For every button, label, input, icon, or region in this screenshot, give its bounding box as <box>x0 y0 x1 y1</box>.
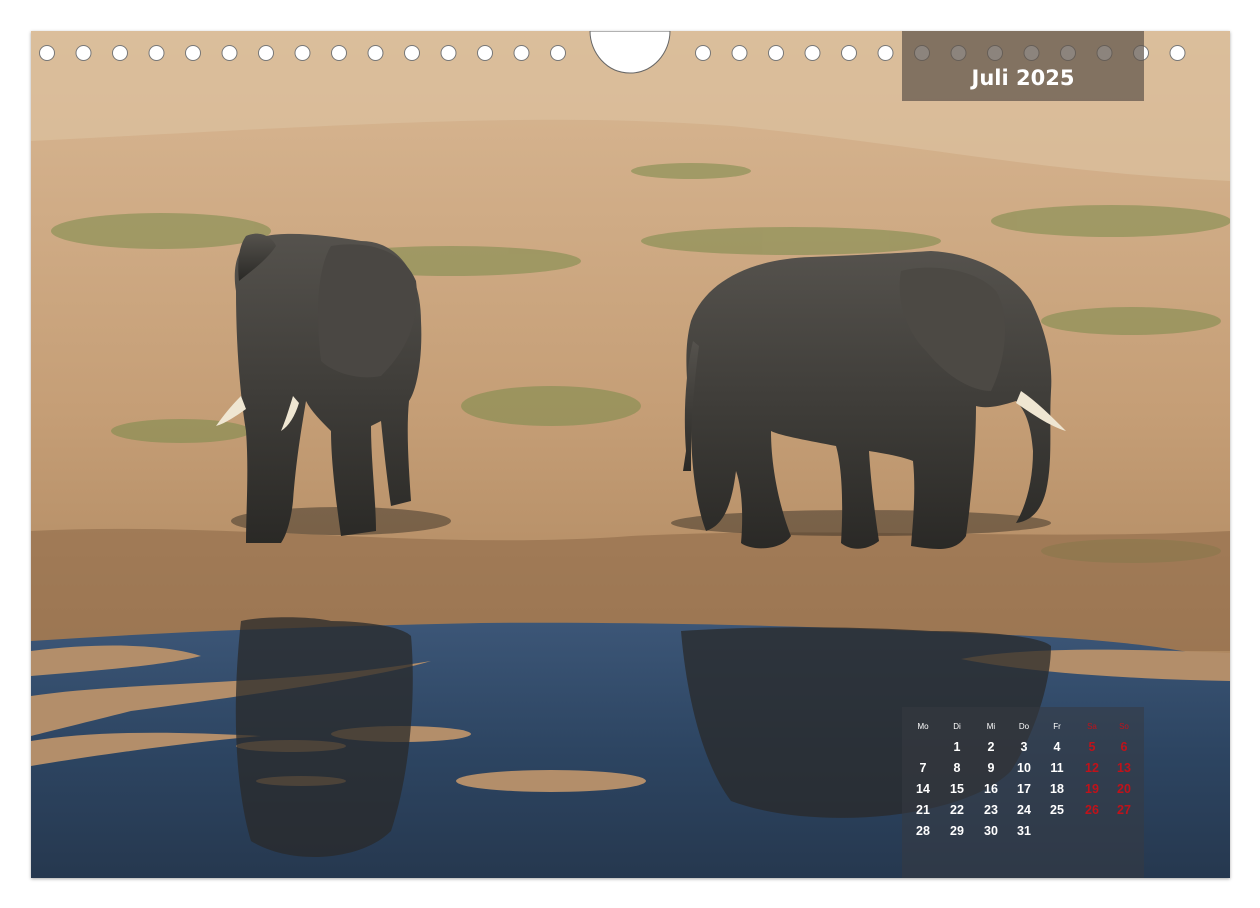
calendar-day: 29 <box>950 824 964 838</box>
calendar-day: 25 <box>1050 803 1064 817</box>
calendar-day: 30 <box>984 824 998 838</box>
calendar-day: 3 <box>1020 740 1028 754</box>
weekday-header-so: So <box>1119 722 1129 731</box>
calendar-day: 15 <box>950 782 964 796</box>
calendar-day: 19 <box>1085 782 1099 796</box>
calendar-day: 14 <box>916 782 930 796</box>
weekday-header-fr: Fr <box>1053 722 1061 731</box>
calendar-day: 5 <box>1088 740 1096 754</box>
calendar-day: 9 <box>987 761 995 775</box>
calendar-day: 24 <box>1017 803 1031 817</box>
punch-hole <box>367 45 384 61</box>
punch-hole <box>331 45 347 61</box>
calendar-day: 23 <box>984 803 998 817</box>
calendar-day: 18 <box>1050 782 1064 796</box>
weekday-header-row: Mo Di Mi Do Fr Sa So <box>902 722 1144 734</box>
punch-hole <box>877 45 894 61</box>
calendar-day: 20 <box>1117 782 1131 796</box>
calendar-day: 31 <box>1017 824 1031 838</box>
calendar-day: 11 <box>1050 761 1064 775</box>
month-header: Juli 2025 <box>902 31 1144 101</box>
calendar-day: 10 <box>1017 761 1031 775</box>
calendar-day: 1 <box>953 740 961 754</box>
calendar-day: 13 <box>1117 761 1131 775</box>
punch-hole <box>513 45 530 61</box>
weekday-header-sa: Sa <box>1087 722 1097 731</box>
calendar-day: 7 <box>919 761 927 775</box>
punch-hole <box>148 45 165 61</box>
punch-hole <box>440 45 457 61</box>
calendar-day: 27 <box>1117 803 1131 817</box>
punch-hole <box>550 45 566 61</box>
calendar-day: 2 <box>987 740 995 754</box>
calendar-day: 12 <box>1085 761 1099 775</box>
calendar-day: 6 <box>1120 740 1128 754</box>
punch-hole <box>221 45 238 61</box>
punch-hole <box>112 45 128 61</box>
punch-hole <box>804 45 821 61</box>
punch-hole <box>39 45 55 61</box>
calendar-day: 16 <box>984 782 998 796</box>
calendar-day: 26 <box>1085 803 1099 817</box>
calendar-page: Juli 2025 Mo Di Mi Do Fr Sa So 1 2 3 4 5 6 7 8 9 10 11 12… <box>31 31 1230 878</box>
punch-hole <box>768 45 784 61</box>
punch-hole <box>695 45 711 61</box>
calendar-day: 21 <box>916 803 930 817</box>
weekday-header-di: Di <box>953 722 961 731</box>
month-title: Juli 2025 <box>971 66 1075 90</box>
weekday-header-do: Do <box>1018 722 1030 731</box>
calendar-day: 17 <box>1017 782 1031 796</box>
calendar-day: 22 <box>950 803 964 817</box>
punch-hole <box>1169 45 1186 61</box>
hanger-notch <box>589 31 671 74</box>
punch-hole <box>258 45 274 61</box>
punch-hole <box>731 45 748 61</box>
calendar-day: 8 <box>953 761 961 775</box>
punch-hole <box>185 45 201 61</box>
punch-hole <box>294 45 311 61</box>
punch-hole <box>404 45 420 61</box>
calendar-day: 28 <box>916 824 930 838</box>
weekday-header-mo: Mo <box>917 722 929 731</box>
punch-hole <box>841 45 857 61</box>
punch-hole <box>75 45 92 61</box>
weekday-header-mi: Mi <box>986 722 996 731</box>
calendar-grid-panel: Mo Di Mi Do Fr Sa So 1 2 3 4 5 6 7 8 9 10 11 12 13 14 15 16 17… <box>902 707 1144 878</box>
calendar-day: 4 <box>1053 740 1061 754</box>
punch-hole <box>477 45 493 61</box>
